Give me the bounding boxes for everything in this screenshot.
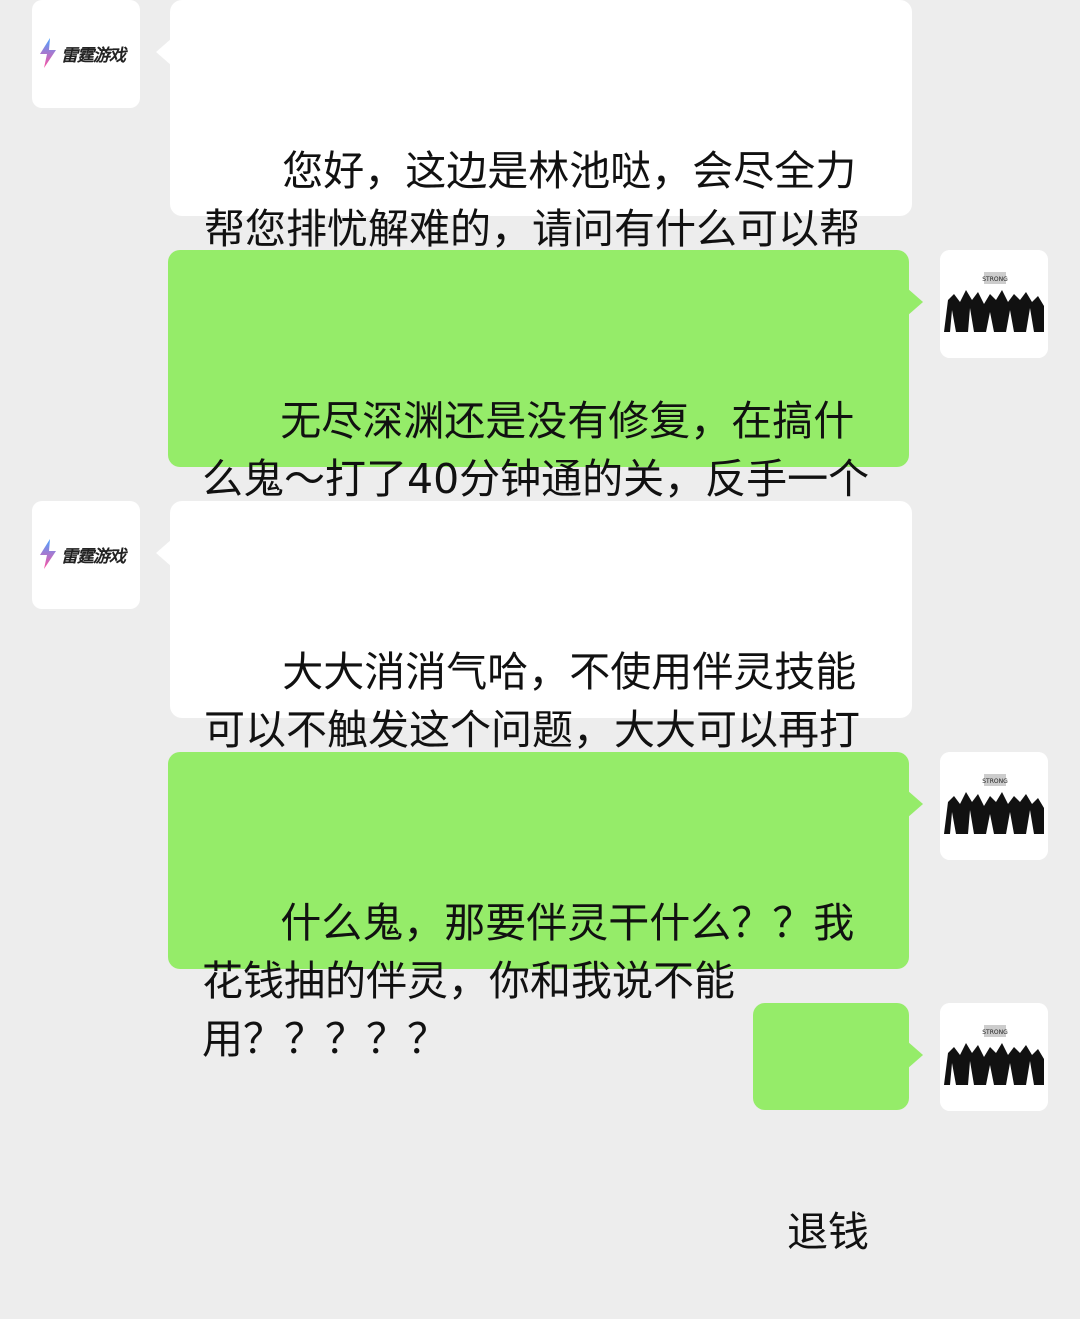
message-text: 退钱 (787, 1208, 869, 1256)
bubble-tail (907, 1041, 923, 1069)
thunder-games-logo-icon: 雷霆游戏 (38, 539, 126, 569)
bot-avatar[interactable]: 雷霆游戏 (32, 0, 140, 108)
message-bubble-user[interactable]: 什么鬼，那要伴灵干什么？？我花钱抽的伴灵，你和我说不能用？？？？？ (168, 752, 923, 1063)
bubble-tail (907, 288, 923, 316)
user-avatar[interactable]: STRONG (940, 1003, 1048, 1111)
chat-message-list[interactable]: 雷霆游戏 您好，这边是林池哒，会尽全力帮您排忧解难的，请问有什么可以帮您嘛 无尽… (0, 0, 1080, 1256)
user-avatar[interactable]: STRONG (940, 250, 1048, 358)
thunder-games-logo-icon: 雷霆游戏 (38, 38, 126, 68)
user-avatar-image-icon: STRONG (940, 752, 1048, 860)
bot-logo-text: 雷霆游戏 (61, 546, 126, 567)
user-avatar[interactable]: STRONG (940, 752, 1048, 860)
message-bubble-bot[interactable]: 您好，这边是林池哒，会尽全力帮您排忧解难的，请问有什么可以帮您嘛 (156, 0, 912, 311)
bot-avatar[interactable]: 雷霆游戏 (32, 501, 140, 609)
svg-text:STRONG: STRONG (982, 276, 1008, 283)
svg-text:STRONG: STRONG (982, 778, 1008, 785)
message-bubble-user[interactable]: 退钱 (753, 1003, 923, 1256)
svg-text:STRONG: STRONG (982, 1029, 1008, 1036)
user-avatar-image-icon: STRONG (940, 1003, 1048, 1111)
bubble-tail (907, 790, 923, 818)
bubble-tail (156, 539, 172, 567)
bubble-tail (156, 38, 172, 66)
lightning-bolt-icon (40, 38, 56, 68)
bot-logo-text: 雷霆游戏 (61, 45, 126, 66)
message-bubble-user[interactable]: 无尽深渊还是没有修复，在搞什么鬼～打了40分钟通的关，反手一个战场矫正搞没了！！… (168, 250, 923, 561)
lightning-bolt-icon (40, 539, 56, 569)
user-avatar-image-icon: STRONG (940, 250, 1048, 358)
message-bubble-bot[interactable]: 大大消消气哈，不使用伴灵技能可以不触发这个问题，大大可以再打一下试试哈 (156, 501, 912, 812)
